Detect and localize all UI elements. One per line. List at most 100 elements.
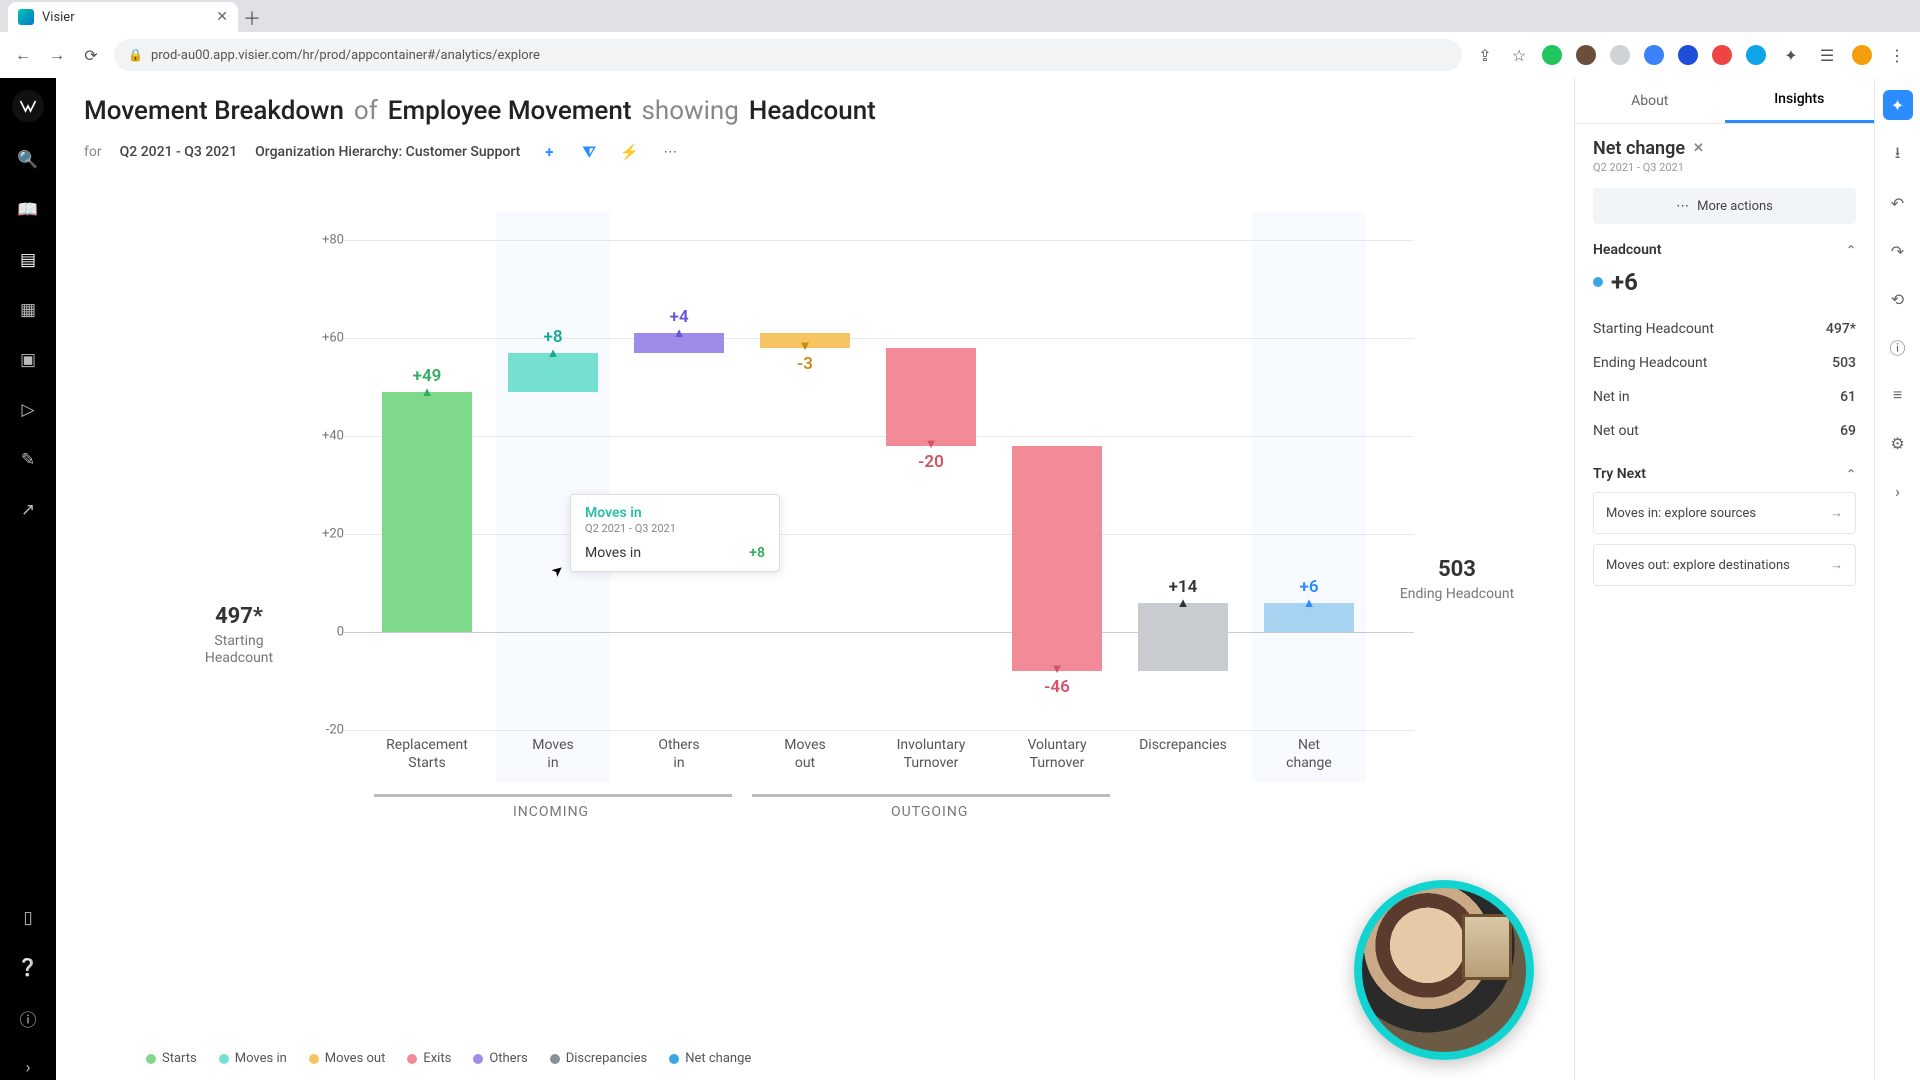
extension-icon[interactable] — [1746, 45, 1766, 65]
presenter-video-bubble[interactable] — [1354, 880, 1534, 1060]
metrics-icon[interactable]: ▯ — [16, 906, 40, 930]
expand-rail-icon[interactable]: › — [16, 1056, 40, 1080]
tab-close-icon[interactable]: ✕ — [216, 9, 228, 25]
try-next-section: Try Next ⌃ Moves in: explore sources→Mov… — [1593, 466, 1856, 586]
extension-icon[interactable] — [1712, 45, 1732, 65]
new-tab-button[interactable]: ＋ — [238, 4, 266, 32]
main-area: Movement Breakdown of Employee Movement … — [56, 78, 1574, 1080]
redo-icon[interactable]: ↷ — [1885, 238, 1911, 264]
forward-icon[interactable]: → — [46, 44, 68, 66]
stat-row: Net in61 — [1593, 380, 1856, 414]
reload-icon[interactable]: ⟳ — [80, 44, 102, 66]
waterfall-chart[interactable]: -200+20+40+60+80497*StartingHeadcount+49… — [114, 182, 1414, 842]
search-icon[interactable]: 🔍 — [16, 148, 40, 172]
title-showing: showing — [641, 96, 738, 126]
add-filter-button[interactable]: + — [538, 141, 560, 163]
headcount-section-head[interactable]: Headcount ⌃ — [1593, 242, 1856, 258]
try-next-head[interactable]: Try Next ⌃ — [1593, 466, 1856, 482]
refresh-icon[interactable]: ⟲ — [1885, 286, 1911, 312]
legend-label: Exits — [423, 1051, 451, 1066]
extension-icon[interactable] — [1678, 45, 1698, 65]
info-icon[interactable]: ⓘ — [16, 1006, 40, 1030]
try-next-item[interactable]: Moves in: explore sources→ — [1593, 492, 1856, 534]
guide-icon[interactable]: 📖 — [16, 198, 40, 222]
bar-rect — [1012, 446, 1102, 671]
title-part-3[interactable]: Headcount — [749, 96, 876, 126]
legend-dot-icon — [473, 1054, 483, 1064]
browser-chrome: Visier ✕ ＋ ← → ⟳ prod-au00.app.visier.co… — [0, 0, 1920, 78]
share-icon[interactable]: ⇪ — [1474, 44, 1496, 66]
download-icon[interactable]: ⭳ — [1885, 142, 1911, 168]
action-rail: ✦ ⭳ ↶ ↷ ⟲ ⓘ ≡ ⚙ › — [1874, 78, 1920, 1080]
extension-icon[interactable] — [1542, 45, 1562, 65]
extension-icon[interactable] — [1644, 45, 1664, 65]
legend-item[interactable]: Others — [473, 1051, 527, 1066]
legend-label: Moves in — [235, 1051, 287, 1066]
present-icon[interactable]: ▷ — [16, 398, 40, 422]
bolt-icon[interactable]: ⚡ — [618, 141, 640, 163]
url-text: prod-au00.app.visier.com/hr/prod/appcont… — [151, 48, 540, 63]
bookmark-icon[interactable]: ☆ — [1508, 44, 1530, 66]
chevron-up-icon: ⌃ — [1846, 467, 1856, 481]
more-actions-button[interactable]: ⋯ More actions — [1593, 188, 1856, 224]
legend-item[interactable]: Discrepancies — [550, 1051, 648, 1066]
arrow-down-icon: ▼ — [1051, 661, 1064, 677]
open-icon[interactable]: ↗ — [16, 498, 40, 522]
ai-assistant-icon[interactable]: ✦ — [1883, 90, 1913, 120]
legend-item[interactable]: Exits — [407, 1051, 451, 1066]
left-nav-rail: 🔍 📖 ▤ ▦ ▣ ▷ ✎ ↗ ▯ ❔ ⓘ › — [0, 78, 56, 1080]
bar-value-label: -3 — [742, 354, 868, 374]
tab-about[interactable]: About — [1575, 78, 1725, 123]
info-rail-icon[interactable]: ⓘ — [1885, 334, 1911, 360]
stat-row: Starting Headcount497* — [1593, 312, 1856, 346]
bar-value-label: +49 — [364, 366, 490, 386]
close-icon[interactable]: ✕ — [1693, 141, 1704, 156]
extension-icon[interactable] — [1576, 45, 1596, 65]
legend-dot-icon — [407, 1054, 417, 1064]
app-logo[interactable] — [12, 90, 44, 122]
x-axis-label: Movesout — [742, 737, 868, 772]
try-next-item[interactable]: Moves out: explore destinations→ — [1593, 544, 1856, 586]
reading-list-icon[interactable]: ☰ — [1816, 44, 1838, 66]
filter-icon[interactable]: ⧨ — [578, 141, 600, 163]
tab-insights[interactable]: Insights — [1725, 78, 1875, 123]
headcount-value: +6 — [1611, 268, 1638, 296]
legend-item[interactable]: Net change — [669, 1051, 751, 1066]
arrow-up-icon: ▲ — [673, 325, 686, 341]
browser-menu-icon[interactable]: ⋮ — [1886, 44, 1908, 66]
undo-icon[interactable]: ↶ — [1885, 190, 1911, 216]
ctx-period[interactable]: Q2 2021 - Q3 2021 — [120, 144, 238, 160]
address-bar[interactable]: prod-au00.app.visier.com/hr/prod/appcont… — [114, 39, 1462, 71]
edit-icon[interactable]: ✎ — [16, 448, 40, 472]
more-options-icon[interactable]: ⋯ — [658, 140, 682, 164]
layers-icon[interactable]: ≡ — [1885, 382, 1911, 408]
ctx-filter[interactable]: Organization Hierarchy: Customer Support — [255, 144, 520, 160]
title-part-2[interactable]: Employee Movement — [388, 96, 632, 126]
y-tick-label: +40 — [322, 429, 344, 444]
extensions-menu-icon[interactable]: ✦ — [1780, 44, 1802, 66]
legend-dot-icon — [550, 1054, 560, 1064]
profile-avatar[interactable] — [1852, 45, 1872, 65]
try-next-text: Moves in: explore sources — [1606, 506, 1756, 521]
bar-rect — [1138, 603, 1228, 672]
ctx-for: for — [84, 144, 102, 160]
settings-icon[interactable]: ⚙ — [1885, 430, 1911, 456]
apps-icon[interactable]: ▣ — [16, 348, 40, 372]
explore-icon[interactable]: ▤ — [16, 248, 40, 272]
title-part-1[interactable]: Movement Breakdown — [84, 96, 344, 126]
insight-card-sub: Q2 2021 - Q3 2021 — [1593, 161, 1856, 174]
help-icon[interactable]: ❔ — [16, 956, 40, 980]
legend-item[interactable]: Moves in — [219, 1051, 287, 1066]
app-shell: 🔍 📖 ▤ ▦ ▣ ▷ ✎ ↗ ▯ ❔ ⓘ › Movement Breakdo… — [0, 78, 1920, 1080]
bar-value-label: +14 — [1120, 577, 1246, 597]
column-highlight — [1252, 212, 1366, 782]
insights-pane: About Insights Net change ✕ Q2 2021 - Q3… — [1574, 78, 1874, 1080]
expand-icon[interactable]: › — [1885, 478, 1911, 504]
legend-item[interactable]: Starts — [146, 1051, 197, 1066]
extension-icon[interactable] — [1610, 45, 1630, 65]
back-icon[interactable]: ← — [12, 44, 34, 66]
legend-item[interactable]: Moves out — [309, 1051, 386, 1066]
stat-value: 503 — [1832, 355, 1856, 371]
grid-icon[interactable]: ▦ — [16, 298, 40, 322]
browser-tab[interactable]: Visier ✕ — [8, 2, 238, 32]
